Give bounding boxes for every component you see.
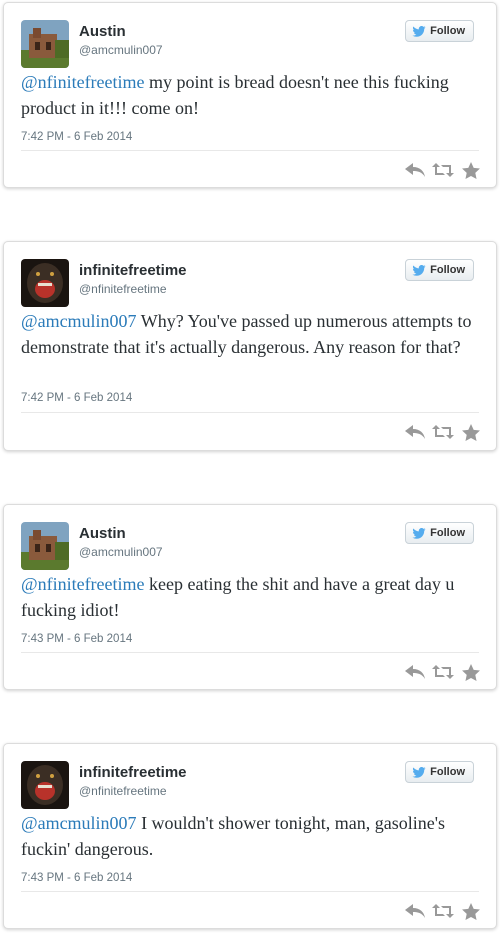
- author-handle[interactable]: @amcmulin007: [79, 43, 163, 57]
- tweet-text: @amcmulin007 I wouldn't shower tonight, …: [21, 810, 478, 862]
- twitter-bird-icon: [412, 527, 426, 539]
- author-name[interactable]: Austin: [79, 525, 126, 542]
- tweet-card: infinitefreetime @nfinitefreetime Follow…: [3, 241, 497, 451]
- twitter-bird-icon: [412, 264, 426, 276]
- tweet-actions: [404, 902, 482, 920]
- favorite-star-icon[interactable]: [460, 423, 482, 441]
- tweet-text: @nfinitefreetime keep eating the shit an…: [21, 571, 478, 623]
- author-name[interactable]: infinitefreetime: [79, 262, 187, 279]
- tweet-actions: [404, 423, 482, 441]
- mention-link[interactable]: @nfinitefreetime: [21, 574, 145, 594]
- tweet-timestamp[interactable]: 7:43 PM - 6 Feb 2014: [21, 872, 132, 884]
- mention-link[interactable]: @amcmulin007: [21, 311, 137, 331]
- follow-label: Follow: [430, 766, 465, 778]
- follow-button[interactable]: Follow: [405, 20, 474, 42]
- divider: [21, 891, 479, 892]
- retweet-icon[interactable]: [432, 161, 454, 179]
- author-handle[interactable]: @amcmulin007: [79, 545, 163, 559]
- follow-label: Follow: [430, 25, 465, 37]
- retweet-icon[interactable]: [432, 423, 454, 441]
- follow-label: Follow: [430, 264, 465, 276]
- tweet-timestamp[interactable]: 7:43 PM - 6 Feb 2014: [21, 633, 132, 645]
- twitter-bird-icon: [412, 766, 426, 778]
- follow-button[interactable]: Follow: [405, 522, 474, 544]
- retweet-icon[interactable]: [432, 663, 454, 681]
- retweet-icon[interactable]: [432, 902, 454, 920]
- follow-button[interactable]: Follow: [405, 761, 474, 783]
- tweet-timestamp[interactable]: 7:42 PM - 6 Feb 2014: [21, 131, 132, 143]
- mention-link[interactable]: @nfinitefreetime: [21, 72, 145, 92]
- reply-icon[interactable]: [404, 902, 426, 920]
- tweet-actions: [404, 663, 482, 681]
- author-name[interactable]: infinitefreetime: [79, 764, 187, 781]
- follow-button[interactable]: Follow: [405, 259, 474, 281]
- divider: [21, 150, 479, 151]
- reply-icon[interactable]: [404, 663, 426, 681]
- twitter-bird-icon: [412, 25, 426, 37]
- divider: [21, 652, 479, 653]
- divider: [21, 412, 479, 413]
- favorite-star-icon[interactable]: [460, 902, 482, 920]
- tweet-actions: [404, 161, 482, 179]
- follow-label: Follow: [430, 527, 465, 539]
- author-handle[interactable]: @nfinitefreetime: [79, 784, 167, 798]
- tweet-card: Austin @amcmulin007 Follow @nfinitefreet…: [3, 2, 497, 188]
- avatar[interactable]: [21, 259, 69, 307]
- avatar[interactable]: [21, 522, 69, 570]
- favorite-star-icon[interactable]: [460, 161, 482, 179]
- tweet-text: @nfinitefreetime my point is bread doesn…: [21, 69, 478, 121]
- tweet-card: infinitefreetime @nfinitefreetime Follow…: [3, 743, 497, 929]
- avatar[interactable]: [21, 761, 69, 809]
- author-name[interactable]: Austin: [79, 23, 126, 40]
- tweet-card: Austin @amcmulin007 Follow @nfinitefreet…: [3, 504, 497, 690]
- tweet-text: @amcmulin007 Why? You've passed up numer…: [21, 308, 478, 360]
- reply-icon[interactable]: [404, 423, 426, 441]
- author-handle[interactable]: @nfinitefreetime: [79, 282, 167, 296]
- avatar[interactable]: [21, 20, 69, 68]
- mention-link[interactable]: @amcmulin007: [21, 813, 137, 833]
- tweet-timestamp[interactable]: 7:42 PM - 6 Feb 2014: [21, 392, 132, 404]
- reply-icon[interactable]: [404, 161, 426, 179]
- favorite-star-icon[interactable]: [460, 663, 482, 681]
